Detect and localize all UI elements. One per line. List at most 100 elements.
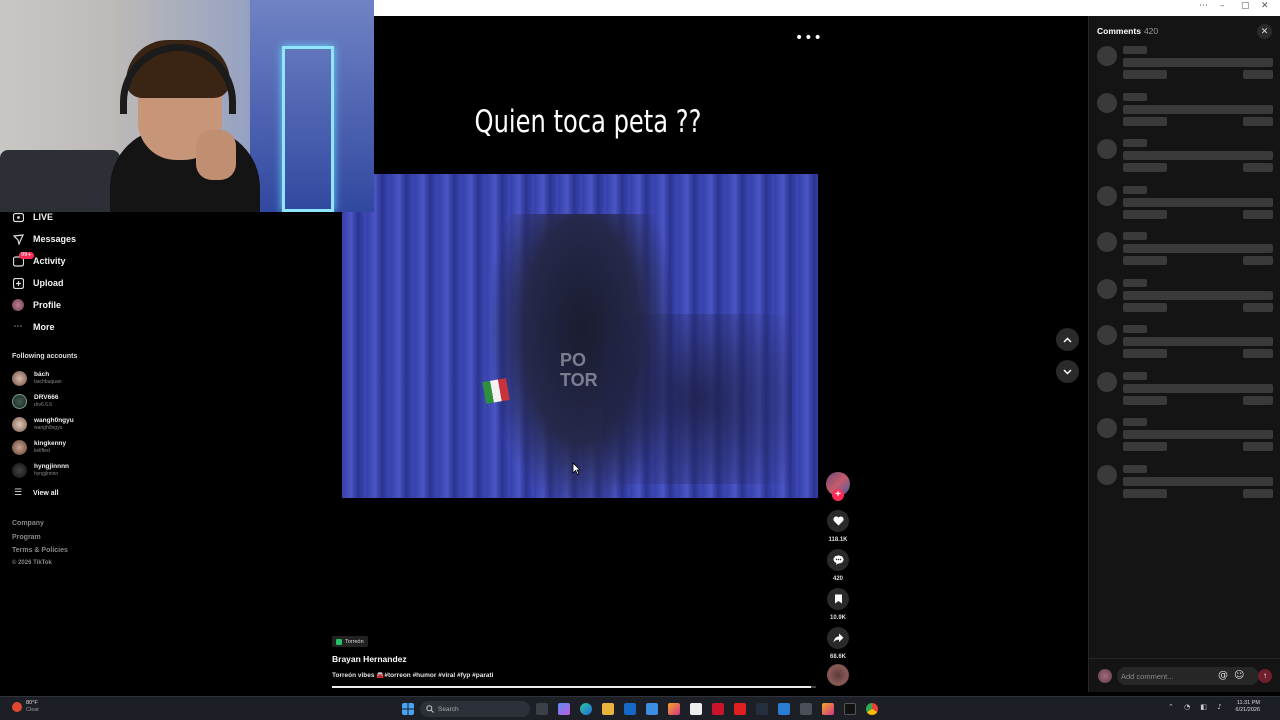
mail-icon[interactable] <box>646 703 658 715</box>
instagram-pinned-icon[interactable] <box>822 703 834 715</box>
copilot-icon[interactable] <box>558 703 570 715</box>
previous-video-button[interactable] <box>1056 328 1079 351</box>
location-pin-icon <box>336 638 342 645</box>
footer-link-program[interactable]: Program <box>12 534 41 541</box>
following-account[interactable]: kingkenny kellfted <box>12 437 66 457</box>
account-username: drv6.6.6 <box>34 402 53 408</box>
file-explorer-icon[interactable] <box>602 703 614 715</box>
following-account[interactable]: wangh0ngyu wangh0ngyu <box>12 414 74 434</box>
more-icon: ⋯ <box>13 322 23 332</box>
comment-skeleton-likes <box>1243 163 1273 172</box>
comment-skeleton-meta <box>1123 163 1167 172</box>
amazon-icon[interactable] <box>756 703 768 715</box>
maximize-button[interactable]: ▢ <box>1241 1 1250 11</box>
comment-skeleton-name <box>1123 278 1147 287</box>
comment-skeleton-likes <box>1243 70 1273 79</box>
comment-skeleton <box>1097 139 1277 179</box>
sidebar-item-more[interactable]: ⋯ More <box>12 319 55 335</box>
follow-button[interactable]: + <box>832 489 844 501</box>
share-button[interactable] <box>827 627 849 649</box>
minimize-button[interactable]: – <box>1220 1 1225 11</box>
following-account[interactable]: hyngjinnnn hyngjinnnn <box>12 460 69 480</box>
next-video-button[interactable] <box>1056 360 1079 383</box>
clock-time: 11:31 PM <box>1236 700 1260 706</box>
music-disc-avatar[interactable] <box>827 664 849 686</box>
app-icon[interactable] <box>800 703 812 715</box>
activity-icon: 99+ <box>12 252 34 267</box>
live-icon <box>12 211 24 223</box>
comment-skeleton-meta <box>1123 442 1167 451</box>
close-window-button[interactable]: ✕ <box>1261 1 1269 11</box>
video-more-options-button[interactable]: ••• <box>795 30 823 46</box>
chevron-up-icon <box>1063 336 1072 343</box>
account-name: DRV666 <box>34 394 59 401</box>
netflix-icon[interactable] <box>712 703 724 715</box>
taskbar-search[interactable]: Search <box>420 701 530 717</box>
system-tray[interactable]: ⌃ ◔ ◧ ♪ <box>1168 703 1226 711</box>
footer-link-terms[interactable]: Terms & Policies <box>12 547 68 554</box>
video-progress-bar[interactable] <box>332 686 816 688</box>
footer-link-company[interactable]: Company <box>12 520 44 527</box>
store-icon[interactable] <box>624 703 636 715</box>
comment-icon <box>833 555 843 565</box>
comment-skeleton-text <box>1123 337 1273 346</box>
video-player[interactable]: PO TOR <box>342 174 818 498</box>
current-user-avatar <box>1098 669 1112 683</box>
video-caption-overlay: Quien toca peta ?? <box>474 104 702 140</box>
account-avatar <box>12 370 27 386</box>
comment-skeleton-text <box>1123 104 1273 114</box>
start-icon[interactable] <box>402 703 414 715</box>
account-username: hyngjinnnn <box>34 471 59 477</box>
comment-skeleton-text <box>1123 476 1273 486</box>
bookmark-icon <box>834 594 842 604</box>
comment-skeleton-name <box>1123 92 1147 101</box>
comment-skeleton-meta <box>1123 488 1167 498</box>
comment-button[interactable] <box>827 549 849 571</box>
sidebar-item-upload[interactable]: Upload <box>12 275 64 291</box>
close-comments-button[interactable]: ✕ <box>1257 24 1272 39</box>
comment-skeleton-avatar <box>1097 139 1117 159</box>
view-all-label: View all <box>33 489 59 497</box>
location-tag[interactable]: Torreón <box>332 636 368 647</box>
like-button[interactable] <box>827 510 849 532</box>
following-account[interactable]: DRV666 drv6.6.6 <box>12 391 58 411</box>
sidebar-item-messages[interactable]: Messages <box>12 231 76 247</box>
tiktok-icon[interactable] <box>844 703 856 715</box>
comment-skeleton-meta <box>1123 302 1167 312</box>
save-button[interactable] <box>827 588 849 610</box>
comment-skeleton-text <box>1123 244 1273 253</box>
weather-widget[interactable]: 80°F Clear <box>12 700 39 714</box>
comment-composer: @ ☺ ↑ <box>1089 658 1280 692</box>
comment-skeleton-avatar <box>1097 325 1117 345</box>
comments-panel: Comments420 ✕ @ ☺ ↑ <box>1088 16 1280 692</box>
sidebar-item-profile[interactable]: Profile <box>12 297 61 313</box>
sidebar-item-activity[interactable]: 99+ Activity <box>12 252 66 269</box>
comment-skeleton-meta <box>1123 116 1167 126</box>
account-username: kellfted <box>34 448 50 454</box>
sidebar-item-label: Upload <box>33 278 64 288</box>
comment-skeleton-likes <box>1243 209 1273 219</box>
comment-skeleton-avatar <box>1097 185 1117 206</box>
like-count: 118.1K <box>828 537 848 543</box>
share-count: 68.6K <box>829 654 846 660</box>
mention-icon[interactable]: @ <box>1218 670 1228 681</box>
following-account[interactable]: bách bachbuquan <box>12 368 62 388</box>
emoji-icon[interactable]: ☺ <box>1234 670 1244 681</box>
video-author[interactable]: Brayan Hernandez <box>332 654 407 664</box>
edge-icon[interactable] <box>580 703 592 715</box>
task-view-icon[interactable] <box>536 703 548 715</box>
comment-skeleton-name <box>1123 371 1147 380</box>
word-icon[interactable] <box>778 703 790 715</box>
youtube-icon[interactable] <box>734 703 746 715</box>
taskbar-clock[interactable]: 11:31 PM 6/21/2026 <box>1230 700 1260 714</box>
capcut-icon[interactable] <box>690 703 702 715</box>
comment-count: 420 <box>832 576 843 582</box>
comment-skeleton-name <box>1123 46 1147 54</box>
send-comment-button[interactable]: ↑ <box>1258 669 1272 683</box>
chrome-icon[interactable] <box>866 703 878 715</box>
window-menu-button[interactable]: ⋯ <box>1199 1 1208 11</box>
comment-skeleton-avatar <box>1097 232 1117 252</box>
view-all-link[interactable]: ☰ View all <box>12 485 59 501</box>
instagram-icon[interactable] <box>668 703 680 715</box>
comment-skeleton-name <box>1123 139 1147 147</box>
